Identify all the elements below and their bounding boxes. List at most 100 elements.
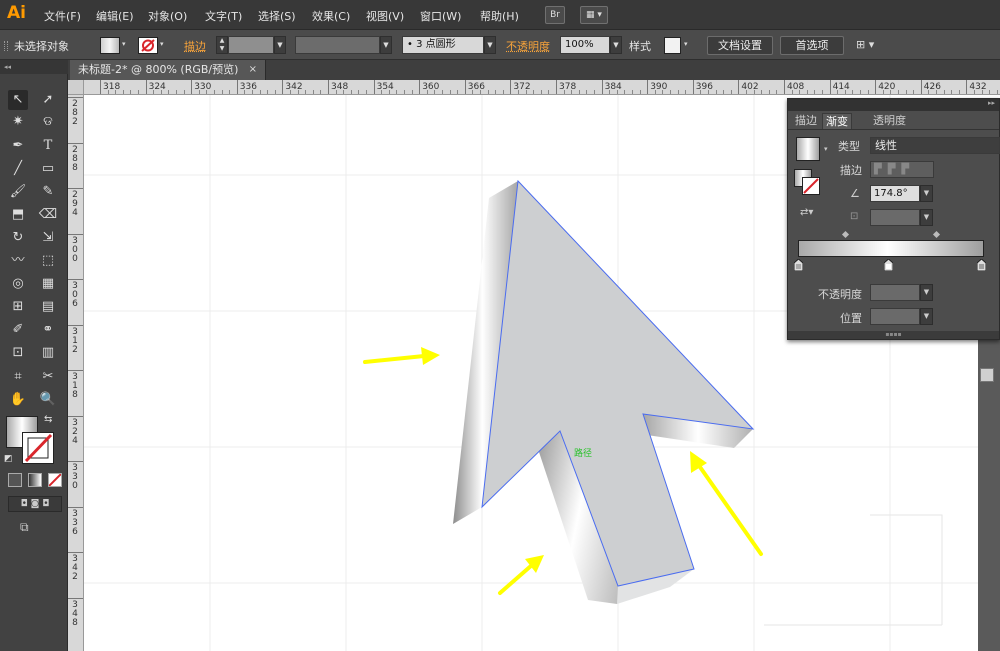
slice-tool-icon[interactable]: ✂ (38, 367, 58, 387)
menu-select[interactable]: 选择(S) (258, 8, 296, 24)
menu-view[interactable]: 视图(V) (366, 8, 404, 24)
tab-stroke[interactable]: 描边 (792, 113, 820, 129)
panel-header[interactable]: ▸▸ (788, 99, 999, 111)
menu-type[interactable]: 文字(T) (205, 8, 242, 24)
fill-swatch[interactable] (100, 37, 120, 54)
gradient-type-select[interactable]: 线性 (870, 137, 1000, 154)
graphic-style-swatch[interactable] (664, 37, 681, 54)
stroke-weight-stepper[interactable]: ▲ ▼ (216, 36, 228, 54)
bridge-button[interactable]: Br (545, 6, 565, 24)
zoom-tool-icon[interactable]: 🔍 (38, 390, 58, 410)
document-tab[interactable]: 未标题-2* @ 800% (RGB/预览) × (70, 60, 266, 80)
stroke-label[interactable]: 描边 (184, 38, 206, 54)
pen-tool-icon[interactable]: ✒ (8, 136, 28, 156)
lasso-tool-icon[interactable]: ଡ (38, 112, 58, 132)
preferences-button[interactable]: 首选项 (780, 36, 844, 55)
pencil-tool-icon[interactable]: ✎ (38, 182, 58, 202)
scale-tool-icon[interactable]: ⇲ (38, 228, 58, 248)
gradient-stop-3[interactable] (976, 258, 987, 272)
paintbrush-tool-icon[interactable]: 🖌 (8, 182, 28, 202)
gradient-presets-dropdown-icon[interactable]: ▾ (824, 145, 828, 153)
tab-gradient[interactable]: 渐变 (822, 113, 852, 129)
stop-position-dropdown[interactable]: ▼ (920, 308, 933, 325)
drawing-modes-icon[interactable]: ◘ ◙ ◘ (8, 496, 62, 512)
aspect-ratio-dropdown[interactable]: ▼ (920, 209, 933, 226)
fill-dropdown-icon[interactable]: ▾ (122, 40, 126, 48)
menu-help[interactable]: 帮助(H) (480, 8, 519, 24)
color-mode-icon[interactable] (8, 473, 22, 487)
blob-brush-tool-icon[interactable]: ⬒ (8, 205, 28, 225)
midpoint-diamond-2[interactable] (932, 230, 941, 239)
midpoint-diamond-1[interactable] (841, 230, 850, 239)
column-graph-tool-icon[interactable]: ▥ (38, 343, 58, 363)
artboard-tool-icon[interactable]: ⌗ (8, 367, 28, 387)
gradient-stop-1[interactable] (793, 258, 804, 272)
screen-mode-icon[interactable]: ⧉ (20, 520, 42, 536)
brush-dropdown[interactable]: ▼ (484, 36, 496, 54)
stop-opacity-dropdown[interactable]: ▼ (920, 284, 933, 301)
stroke-weight-input[interactable] (228, 36, 274, 54)
menu-window[interactable]: 窗口(W) (420, 8, 461, 24)
mesh-tool-icon[interactable]: ⊞ (8, 297, 28, 317)
default-colors-icon[interactable]: ◩ (4, 454, 13, 464)
stroke-swatch[interactable] (138, 37, 158, 54)
panel-resize-grip[interactable]: ▪▪▪▪ (788, 331, 999, 339)
menu-effect[interactable]: 效果(C) (312, 8, 350, 24)
blend-tool-icon[interactable]: ⚭ (38, 320, 58, 340)
line-tool-icon[interactable]: ╱ (8, 159, 28, 179)
variable-width-dropdown[interactable]: ▼ (380, 36, 392, 54)
vertical-scrollbar[interactable] (978, 340, 1000, 651)
scrollbar-thumb[interactable] (980, 368, 994, 382)
free-transform-tool-icon[interactable]: ⬚ (38, 251, 58, 271)
tab-transparency[interactable]: 透明度 (870, 113, 909, 129)
reverse-gradient-icon[interactable]: ⇄▾ (800, 207, 813, 218)
direct-selection-tool-icon[interactable]: ➚ (38, 90, 58, 110)
stroke-gradient-type-buttons[interactable]: ▛▛▛ (870, 161, 934, 178)
close-tab-icon[interactable]: × (249, 60, 257, 80)
workspace-switcher[interactable]: ▦ ▾ (580, 6, 608, 24)
eraser-tool-icon[interactable]: ⌫ (38, 205, 58, 225)
stroke-color-box[interactable] (22, 432, 54, 464)
stop-position-input[interactable] (870, 308, 920, 325)
brush-definition-field[interactable]: • 3 点圆形 (402, 36, 484, 54)
none-mode-icon[interactable] (48, 473, 62, 487)
stroke-gradient-swatch[interactable] (802, 177, 820, 195)
gradient-mode-icon[interactable] (28, 473, 42, 487)
swap-fill-stroke-icon[interactable]: ⇆ (44, 414, 52, 425)
magic-wand-tool-icon[interactable]: ✷ (8, 112, 28, 132)
opacity-label[interactable]: 不透明度 (506, 38, 550, 54)
arrange-documents-icon[interactable]: ⊞ ▾ (856, 38, 874, 51)
horizontal-ruler[interactable]: 318 324 330 336 342 348 354 360 366 372 378 384 390 3… (84, 80, 1000, 95)
symbol-sprayer-tool-icon[interactable]: ⊡ (8, 343, 28, 363)
vertical-ruler[interactable]: 282 288 294 300 306 312 318 324 330 336 342 348 (68, 95, 84, 651)
panel-collapse-icon[interactable]: ▸▸ (988, 99, 995, 107)
document-setup-button[interactable]: 文档设置 (707, 36, 773, 55)
style-dropdown-icon[interactable]: ▾ (684, 40, 688, 48)
stroke-weight-dropdown[interactable]: ▼ (274, 36, 286, 54)
perspective-grid-tool-icon[interactable]: ▦ (38, 274, 58, 294)
angle-dropdown[interactable]: ▼ (920, 185, 933, 202)
opacity-input[interactable]: 100% (560, 36, 610, 54)
angle-input[interactable]: 174.8° (870, 185, 920, 202)
menu-object[interactable]: 对象(O) (148, 8, 187, 24)
stop-opacity-input[interactable] (870, 284, 920, 301)
warp-tool-icon[interactable]: 〰 (8, 251, 28, 271)
aspect-ratio-input[interactable] (870, 209, 920, 226)
stroke-dropdown-icon[interactable]: ▾ (160, 40, 164, 48)
menu-file[interactable]: 文件(F) (44, 8, 81, 24)
rotate-tool-icon[interactable]: ↻ (8, 228, 28, 248)
gradient-tool-icon[interactable]: ▤ (38, 297, 58, 317)
menu-edit[interactable]: 编辑(E) (96, 8, 134, 24)
gradient-stop-2[interactable] (883, 258, 894, 272)
rectangle-tool-icon[interactable]: ▭ (38, 159, 58, 179)
type-tool-icon[interactable]: T (38, 136, 58, 156)
variable-width-profile[interactable] (295, 36, 380, 54)
tools-panel-collapse-icon[interactable]: ◂◂ (0, 60, 68, 74)
gradient-preview-swatch[interactable] (796, 137, 820, 161)
selection-tool-icon[interactable]: ↖ (8, 90, 28, 110)
gradient-slider[interactable] (798, 240, 984, 257)
opacity-dropdown[interactable]: ▼ (610, 36, 622, 54)
hand-tool-icon[interactable]: ✋ (8, 390, 28, 410)
shape-builder-tool-icon[interactable]: ◎ (8, 274, 28, 294)
eyedropper-tool-icon[interactable]: ✐ (8, 320, 28, 340)
